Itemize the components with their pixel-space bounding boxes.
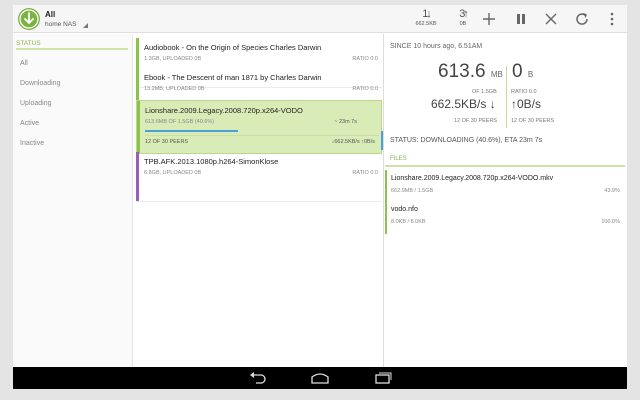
back-icon[interactable] xyxy=(247,371,269,385)
downloaded-value: 613.6 xyxy=(438,61,486,82)
torrent-ratio: RATIO 0.0 xyxy=(352,170,378,176)
torrent-name: Ebook - The Descent of man 1871 by Charl… xyxy=(144,73,322,82)
download-total: OF 1.5GB xyxy=(472,89,497,95)
status-header: STATUS xyxy=(16,37,128,50)
sidebar-item-active[interactable]: Active xyxy=(20,120,39,127)
refresh-icon[interactable] xyxy=(573,10,591,28)
torrent-size: 6.8GB, UPLOADED 0B xyxy=(144,170,202,176)
file-item[interactable]: Lionshare.2009.Legacy.2008.720p.x264-VOD… xyxy=(385,170,625,203)
upload-peers: 12 OF 30 PEERS xyxy=(511,118,555,124)
filter-title[interactable]: All xyxy=(45,10,55,19)
details-pane: SINCE 10 hours ago, 6.51AM 613.6 MB 0 B … xyxy=(383,34,627,367)
torrent-name: Lionshare.2009.Legacy.2008.720p.x264-VOD… xyxy=(145,106,303,115)
torrent-name: TPB.AFK.2013.1080p.h264-SimonKlose xyxy=(144,157,279,166)
file-percent: 100.0% xyxy=(601,219,620,225)
torrent-eta: ~ 23m 7s xyxy=(334,119,357,125)
pause-icon[interactable] xyxy=(512,10,530,28)
close-icon[interactable] xyxy=(542,10,560,28)
torrent-item[interactable]: TPB.AFK.2013.1080p.h264-SimonKlose 6.8GB… xyxy=(136,152,382,202)
torrent-ratio: RATIO 0.0 xyxy=(352,56,378,62)
app-logo-icon[interactable] xyxy=(18,8,40,30)
upload-rate-value: 0B xyxy=(459,21,467,27)
uploaded-amount: 0 B xyxy=(512,61,533,83)
divider xyxy=(506,66,507,128)
file-item[interactable]: vodo.nfo 8.0KB / 8.0KB 100.0% xyxy=(385,201,625,234)
download-arrows-icon: 1↓ xyxy=(422,8,432,20)
torrent-peers: 12 OF 30 PEERS xyxy=(145,139,189,145)
sidebar-item-uploading[interactable]: Uploading xyxy=(20,100,52,107)
sidebar-item-inactive[interactable]: Inactive xyxy=(20,140,44,147)
files-header: FILES xyxy=(385,154,625,167)
action-bar: All home NAS 1↓ 662.5KB 3↑ 0B xyxy=(13,5,627,33)
recents-icon[interactable] xyxy=(371,371,393,385)
torrent-speeds: ↓662.5KB/s ↑0B/s xyxy=(331,139,375,145)
since-label: SINCE 10 hours ago, 6.51AM xyxy=(390,43,483,50)
upload-rate-indicator: 3↑ 0B xyxy=(448,9,478,28)
file-name: vodo.nfo xyxy=(391,206,418,213)
download-rate-value: 662.5KB xyxy=(415,21,437,27)
host-selector[interactable]: home NAS xyxy=(45,21,76,28)
overflow-menu-icon[interactable] xyxy=(603,10,621,28)
app-screen: All home NAS 1↓ 662.5KB 3↑ 0B STATUS All… xyxy=(13,5,627,367)
upload-arrows-icon: 3↑ xyxy=(459,8,469,20)
sidebar-item-downloading[interactable]: Downloading xyxy=(20,80,60,87)
torrent-size: 13.2MB, UPLOADED 0B xyxy=(144,86,205,92)
uploaded-unit: B xyxy=(527,70,534,79)
uploaded-value: 0 xyxy=(512,61,523,82)
torrent-size: 1.3GB, UPLOADED 0B xyxy=(144,56,202,62)
file-status-bar xyxy=(385,170,387,203)
torrent-ratio: RATIO 0.0 xyxy=(352,86,378,92)
torrent-list: Audiobook - On the Origin of Species Cha… xyxy=(134,34,382,367)
torrent-name: Audiobook - On the Origin of Species Cha… xyxy=(144,43,322,52)
torrent-progress-bar xyxy=(145,130,238,132)
add-icon[interactable] xyxy=(480,10,498,28)
torrent-size: 613.6MB OF 1.5GB (40.6%) xyxy=(145,119,215,125)
home-icon[interactable] xyxy=(309,371,331,385)
download-peers: 12 OF 30 PEERS xyxy=(454,118,498,124)
status-sidebar: STATUS All Downloading Uploading Active … xyxy=(13,34,133,367)
upload-speed: ↑0B/s xyxy=(511,97,542,111)
navigation-bar xyxy=(13,367,627,389)
upload-ratio: RATIO 0.0 xyxy=(511,89,537,95)
torrent-status-bar xyxy=(136,152,139,201)
divider xyxy=(145,135,379,136)
file-percent: 43.9% xyxy=(604,188,620,194)
file-size: 662.9MB / 1.5GB xyxy=(391,188,434,194)
status-line: STATUS: DOWNLOADING (40.6%), ETA 23m 7s xyxy=(390,137,543,144)
dropdown-caret-icon[interactable] xyxy=(83,23,88,28)
file-size: 8.0KB / 8.0KB xyxy=(391,219,426,225)
sidebar-item-all[interactable]: All xyxy=(20,60,28,67)
torrent-item-selected[interactable]: Lionshare.2009.Legacy.2008.720p.x264-VOD… xyxy=(136,100,382,154)
download-rate-indicator: 1↓ 662.5KB xyxy=(411,9,441,28)
file-status-bar xyxy=(385,201,387,234)
torrent-status-bar xyxy=(137,101,140,153)
downloaded-amount: 613.6 MB xyxy=(438,61,503,83)
download-speed: 662.5KB/s ↓ xyxy=(431,97,496,111)
file-name: Lionshare.2009.Legacy.2008.720p.x264-VOD… xyxy=(391,175,554,182)
downloaded-unit: MB xyxy=(490,70,503,79)
